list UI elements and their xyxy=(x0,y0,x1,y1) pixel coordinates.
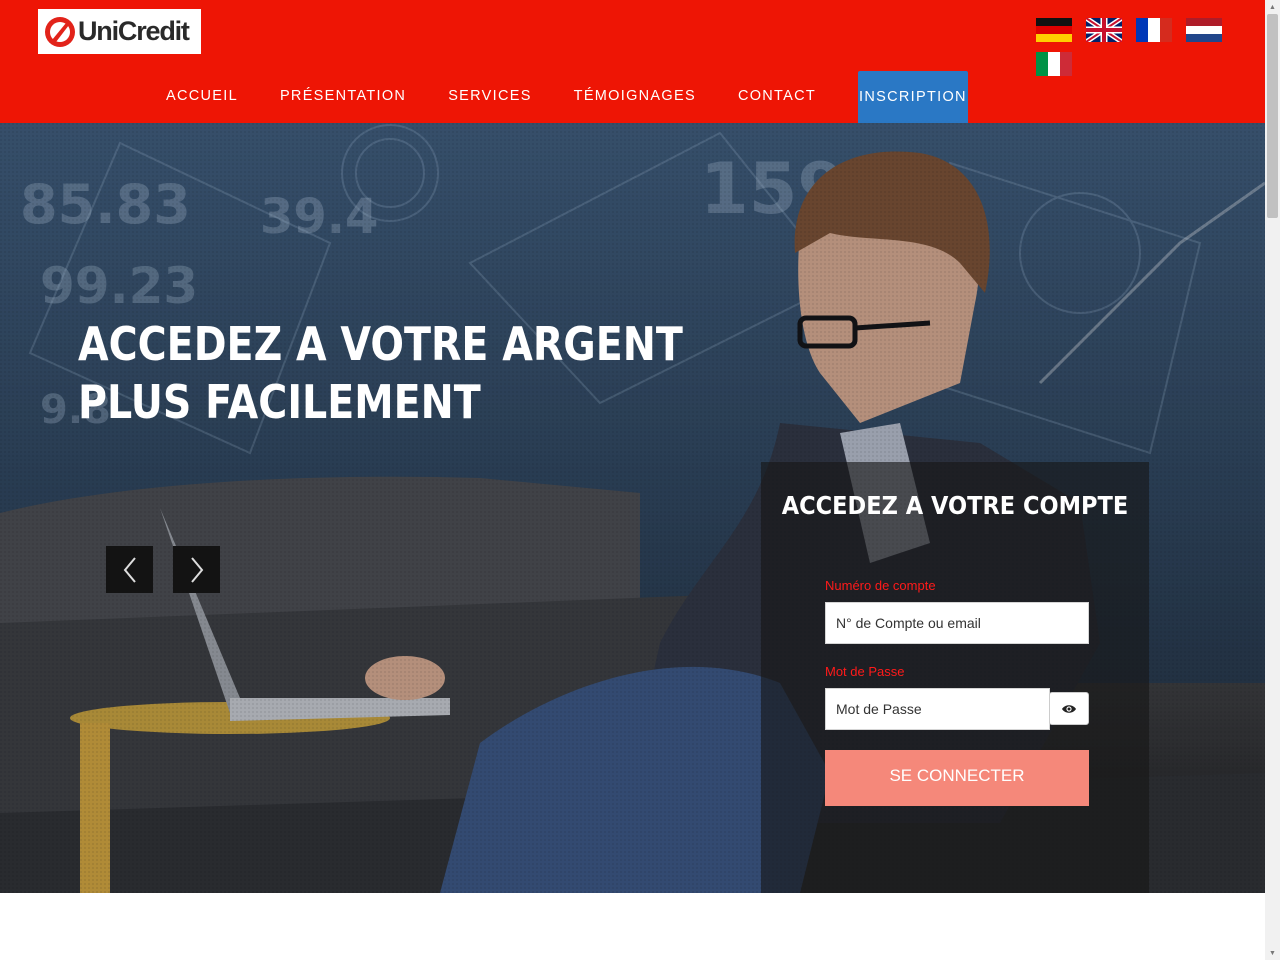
nav-temoignages[interactable]: TÉMOIGNAGES xyxy=(553,71,717,121)
page-scrollbar[interactable]: ▲ ▼ xyxy=(1265,0,1280,960)
slider-next-button[interactable] xyxy=(173,546,220,593)
main-nav: ACCUEIL PRÉSENTATION SERVICES TÉMOIGNAGE… xyxy=(145,71,968,123)
chevron-left-icon xyxy=(123,556,136,583)
password-label: Mot de Passe xyxy=(825,664,905,679)
chevron-right-icon xyxy=(190,556,203,583)
flag-france-icon[interactable] xyxy=(1136,18,1172,42)
site-header: UniCredit ACCUEIL PRÉSENTATION SERVICES … xyxy=(0,0,1265,123)
page: UniCredit ACCUEIL PRÉSENTATION SERVICES … xyxy=(0,0,1280,960)
toggle-password-visibility-button[interactable] xyxy=(1049,692,1089,725)
nav-services[interactable]: SERVICES xyxy=(427,71,552,121)
unicredit-logo-icon xyxy=(44,16,76,48)
nav-accueil[interactable]: ACCUEIL xyxy=(145,71,259,121)
login-submit-button[interactable]: SE CONNECTER xyxy=(825,750,1089,806)
account-number-label: Numéro de compte xyxy=(825,578,936,593)
nav-presentation[interactable]: PRÉSENTATION xyxy=(259,71,427,121)
nav-inscription[interactable]: INSCRIPTION xyxy=(858,71,968,123)
flag-netherlands-icon[interactable] xyxy=(1186,18,1222,42)
login-form: ACCEDEZ A VOTRE COMPTE Numéro de compte … xyxy=(761,462,1149,893)
account-number-input[interactable] xyxy=(825,602,1089,644)
login-title: ACCEDEZ A VOTRE COMPTE xyxy=(781,491,1129,520)
flag-uk-icon[interactable] xyxy=(1086,18,1122,42)
logo-text: UniCredit xyxy=(78,16,190,46)
flag-italy-icon[interactable] xyxy=(1036,52,1072,76)
hero-slider: 85.83 99.23 39.4 159.4 9.8 xyxy=(0,123,1265,893)
unicredit-logo[interactable]: UniCredit xyxy=(38,9,201,54)
password-input[interactable] xyxy=(825,688,1050,730)
hero-title: ACCEDEZ A VOTRE ARGENT PLUS FACILEMENT xyxy=(78,317,683,429)
scroll-down-arrow-icon[interactable]: ▼ xyxy=(1265,946,1280,960)
flag-germany-icon[interactable] xyxy=(1036,18,1072,42)
scroll-up-arrow-icon[interactable]: ▲ xyxy=(1265,0,1280,14)
scrollbar-thumb[interactable] xyxy=(1267,14,1278,218)
eye-icon xyxy=(1062,704,1076,713)
slider-prev-button[interactable] xyxy=(106,546,153,593)
nav-contact[interactable]: CONTACT xyxy=(717,71,837,121)
